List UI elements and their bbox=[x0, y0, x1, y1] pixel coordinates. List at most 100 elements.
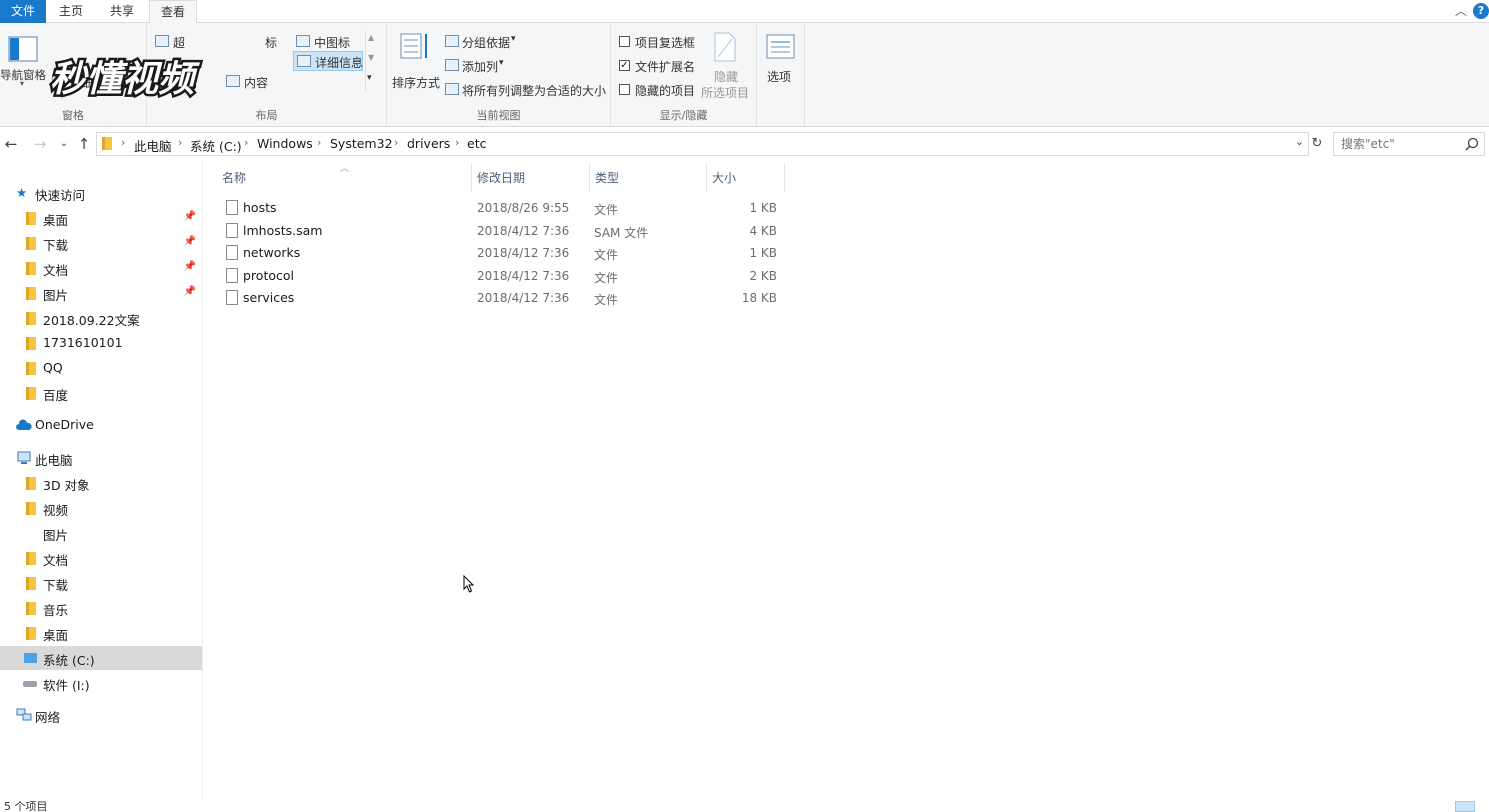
column-header-type[interactable]: 类型 bbox=[595, 169, 619, 186]
nav-pc-item[interactable]: 文档 bbox=[0, 546, 202, 570]
file-name: services bbox=[243, 290, 295, 305]
refresh-icon[interactable]: ↻ bbox=[1308, 135, 1326, 153]
file-row[interactable]: protocol 2018/4/12 7:36 文件 2 KB bbox=[220, 265, 985, 287]
nav-pc-item[interactable]: 下载 bbox=[0, 571, 202, 595]
folder-icon bbox=[26, 552, 36, 565]
pin-icon[interactable]: 📌 bbox=[184, 211, 196, 222]
breadcrumb-etc[interactable]: etc bbox=[467, 136, 486, 151]
breadcrumb-drivers[interactable]: drivers bbox=[407, 136, 450, 151]
nav-pc-item[interactable]: 软件 (I:) bbox=[0, 671, 202, 695]
nav-quick-item-label: QQ bbox=[43, 360, 63, 375]
file-row[interactable]: networks 2018/4/12 7:36 文件 1 KB bbox=[220, 242, 985, 264]
pin-icon[interactable]: 📌 bbox=[184, 286, 196, 297]
file-size: 18 KB bbox=[741, 291, 777, 305]
nav-pc-item[interactable]: 视频 bbox=[0, 496, 202, 520]
column-header-date[interactable]: 修改日期 bbox=[477, 169, 525, 186]
nav-quick-item[interactable]: 百度 bbox=[0, 381, 202, 405]
options-button[interactable]: 选项 bbox=[761, 29, 801, 93]
extra-large-icons-option[interactable]: 超 bbox=[173, 34, 185, 51]
column-divider[interactable] bbox=[471, 164, 472, 192]
chevron-down-icon[interactable]: ⌄ bbox=[1295, 135, 1304, 148]
column-divider[interactable] bbox=[784, 164, 785, 192]
breadcrumb-separator[interactable]: › bbox=[317, 136, 321, 149]
scroll-up-icon[interactable]: ▲ bbox=[368, 33, 374, 42]
file-row[interactable]: services 2018/4/12 7:36 文件 18 KB bbox=[220, 287, 985, 309]
nav-quick-item[interactable]: 图片 📌 bbox=[0, 281, 202, 305]
details-view-toggle-icon[interactable] bbox=[1455, 801, 1475, 812]
tab-share[interactable]: 共享 bbox=[100, 0, 144, 23]
tab-home[interactable]: 主页 bbox=[50, 0, 92, 23]
details-option[interactable]: 详细信息 bbox=[293, 51, 363, 71]
nav-this-pc[interactable]: 此电脑 bbox=[0, 446, 202, 470]
group-by-button[interactable]: 分组依据 bbox=[462, 34, 510, 51]
up-icon[interactable]: ↑ bbox=[75, 135, 93, 153]
nav-quick-item-label: 图片 bbox=[43, 288, 69, 303]
nav-quick-item[interactable]: 下载 📌 bbox=[0, 231, 202, 255]
file-name: hosts bbox=[243, 200, 277, 215]
hide-selected-button[interactable]: 隐藏 所选项目 bbox=[699, 29, 753, 100]
file-icon bbox=[226, 290, 238, 305]
medium-icons-option[interactable]: 中图标 bbox=[314, 34, 350, 51]
nav-quick-item[interactable]: 文档 📌 bbox=[0, 256, 202, 280]
nav-quick-item[interactable]: 1731610101 bbox=[0, 331, 202, 355]
column-header-size[interactable]: 大小 bbox=[712, 169, 736, 186]
nav-quick-item[interactable]: 桌面 📌 bbox=[0, 206, 202, 230]
nav-pc-item[interactable]: 图片 bbox=[0, 521, 202, 545]
column-divider[interactable] bbox=[706, 164, 707, 192]
size-all-columns-button[interactable]: 将所有列调整为合适的大小 bbox=[462, 82, 606, 99]
nav-quick-item[interactable]: 2018.09.22文案 bbox=[0, 306, 202, 330]
breadcrumb-separator[interactable]: › bbox=[178, 136, 182, 149]
nav-pc-item[interactable]: 3D 对象 bbox=[0, 471, 202, 495]
column-header-name[interactable]: 名称 bbox=[222, 169, 246, 186]
breadcrumb-windows[interactable]: Windows bbox=[257, 136, 313, 151]
breadcrumb-separator[interactable]: › bbox=[121, 136, 125, 149]
nav-quick-item-label: 下载 bbox=[43, 238, 69, 253]
add-column-button[interactable]: 添加列 bbox=[462, 58, 498, 75]
folder-icon bbox=[26, 337, 36, 350]
recent-locations-icon[interactable]: ⌄ bbox=[55, 135, 73, 153]
back-icon[interactable]: ← bbox=[2, 135, 20, 153]
large-icons-option[interactable]: 标 bbox=[265, 34, 277, 51]
nav-onedrive[interactable]: OneDrive bbox=[0, 413, 202, 437]
chevron-up-icon[interactable]: ︿ bbox=[1453, 3, 1469, 19]
file-size: 1 KB bbox=[749, 246, 777, 260]
file-type: 文件 bbox=[594, 293, 619, 307]
breadcrumb-system32[interactable]: System32 bbox=[330, 136, 393, 151]
expand-icon[interactable]: ▾ bbox=[367, 73, 372, 83]
breadcrumb-separator[interactable]: › bbox=[455, 136, 459, 149]
nav-pc-item[interactable]: 音乐 bbox=[0, 596, 202, 620]
options-label: 选项 bbox=[767, 70, 792, 84]
pin-icon[interactable]: 📌 bbox=[184, 236, 196, 247]
item-checkboxes-checkbox[interactable] bbox=[619, 36, 630, 47]
breadcrumb-separator[interactable]: › bbox=[244, 136, 248, 149]
nav-network[interactable]: 网络 bbox=[0, 703, 202, 727]
nav-pc-item[interactable]: 桌面 bbox=[0, 621, 202, 645]
nav-quick-item[interactable]: QQ bbox=[0, 356, 202, 380]
nav-pane-button[interactable]: 导航窗格 ▾ bbox=[0, 31, 46, 93]
search-box[interactable] bbox=[1333, 132, 1485, 156]
breadcrumb-drive-c[interactable]: 系统 (C:) bbox=[190, 136, 242, 155]
nav-this-pc-label: 此电脑 bbox=[35, 453, 73, 468]
nav-pc-item[interactable]: 系统 (C:) bbox=[0, 646, 202, 670]
tab-view[interactable]: 查看 bbox=[149, 0, 197, 24]
file-row[interactable]: hosts 2018/8/26 9:55 文件 1 KB bbox=[220, 197, 985, 219]
file-extensions-checkbox[interactable]: ✓ bbox=[619, 60, 630, 71]
scroll-down-icon[interactable]: ▼ bbox=[368, 53, 374, 62]
tab-file[interactable]: 文件 bbox=[0, 0, 46, 23]
pin-icon[interactable]: 📌 bbox=[184, 261, 196, 272]
group-label-show-hide: 显示/隐藏 bbox=[659, 109, 708, 122]
search-input[interactable] bbox=[1334, 133, 1460, 155]
nav-quick-access[interactable]: ★ 快速访问 bbox=[0, 181, 202, 205]
hidden-items-checkbox[interactable] bbox=[619, 84, 630, 95]
column-divider[interactable] bbox=[589, 164, 590, 192]
sort-by-button[interactable]: 排序方式 bbox=[389, 29, 441, 95]
help-icon[interactable]: ? bbox=[1473, 3, 1489, 19]
forward-icon[interactable]: → bbox=[31, 135, 49, 153]
layout-scrollbar[interactable]: ▲ ▼ ▾ bbox=[365, 31, 377, 91]
search-icon[interactable] bbox=[1465, 137, 1479, 151]
nav-pc-item-label: 软件 (I:) bbox=[43, 678, 90, 693]
address-bar[interactable]: › 此电脑 › 系统 (C:) › Windows › System32 › d… bbox=[96, 132, 1309, 156]
file-row[interactable]: lmhosts.sam 2018/4/12 7:36 SAM 文件 4 KB bbox=[220, 220, 985, 242]
breadcrumb-separator[interactable]: › bbox=[394, 136, 398, 149]
breadcrumb-this-pc[interactable]: 此电脑 bbox=[134, 136, 172, 155]
